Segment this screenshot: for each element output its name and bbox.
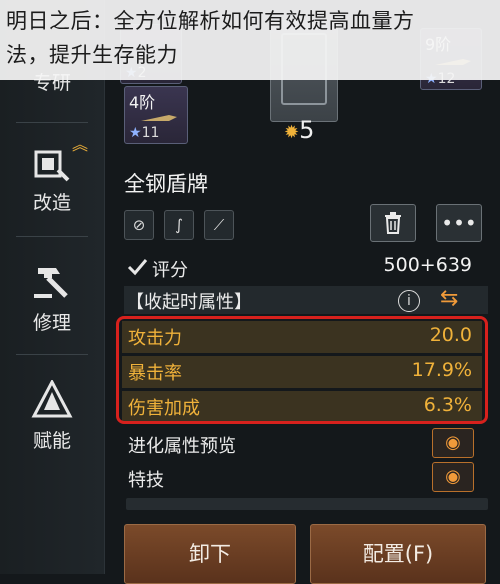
sidebar-item-repair[interactable]: 修理 (0, 262, 104, 335)
rating-check-icon (126, 256, 148, 276)
special-skill-eye-button[interactable]: ◉ (432, 462, 474, 492)
empower-icon (31, 380, 73, 418)
score-label: 评分 (152, 260, 188, 281)
repair-hammer-icon (34, 268, 68, 298)
crosshair-skill-icon[interactable]: ⊘ (124, 210, 154, 240)
trash-icon (385, 212, 401, 234)
highlight-box (116, 316, 488, 424)
sidebar-item-modify[interactable]: ︽ 改造 (0, 137, 104, 215)
horn-skill-icon[interactable]: ∫ (164, 210, 194, 240)
material-count: ★11 (129, 125, 160, 141)
sidebar-item-label: 修理 (32, 312, 71, 334)
weapon-part-icon (141, 115, 177, 121)
caption-line-2: 法，提升生存能力 (6, 43, 178, 67)
delete-button[interactable] (370, 204, 416, 242)
material-card-tier4[interactable]: 4阶 ★11 (124, 86, 188, 144)
tier-label: 4阶 (129, 93, 156, 112)
modify-icon (34, 150, 70, 182)
sidebar-item-label: 改造 (32, 192, 71, 214)
star-icon: ✹ (284, 122, 300, 143)
evolution-preview-eye-button[interactable]: ◉ (432, 428, 474, 458)
eye-icon: ◉ (445, 432, 461, 453)
sidebar-item-empower[interactable]: 赋能 (0, 380, 104, 453)
caption-line-1: 明日之后：全方位解析如何有效提高血量方 (6, 9, 415, 33)
special-skill-label: 特技 (128, 470, 164, 491)
upgrade-chevron-icon: ︽ (72, 135, 89, 154)
article-caption: 明日之后：全方位解析如何有效提高血量方 法，提升生存能力 (0, 0, 500, 80)
evolution-preview-label: 进化属性预览 (128, 436, 236, 457)
sidebar-divider (16, 354, 88, 355)
item-title: 全钢盾牌 (124, 172, 208, 196)
left-sidebar: 专研 ︽ 改造 修理 赋能 (0, 0, 105, 574)
more-options-button[interactable]: ••• (436, 204, 482, 242)
swap-arrows-icon[interactable]: ⇆ (440, 286, 458, 311)
sidebar-divider (16, 236, 88, 237)
section-title: 【收起时属性】 (126, 292, 252, 313)
vault-count: ✹5 (284, 116, 315, 144)
info-icon[interactable]: i (398, 290, 420, 312)
knife-skill-icon[interactable]: ⟋ (204, 210, 234, 240)
sidebar-divider (16, 122, 88, 123)
config-button[interactable]: 配置(F) (310, 524, 486, 584)
unequip-button[interactable]: 卸下 (124, 524, 296, 584)
sidebar-item-label: 赋能 (32, 430, 71, 452)
scroll-track[interactable] (126, 498, 488, 510)
eye-icon: ◉ (445, 466, 461, 487)
score-value: 500+639 (383, 254, 472, 276)
